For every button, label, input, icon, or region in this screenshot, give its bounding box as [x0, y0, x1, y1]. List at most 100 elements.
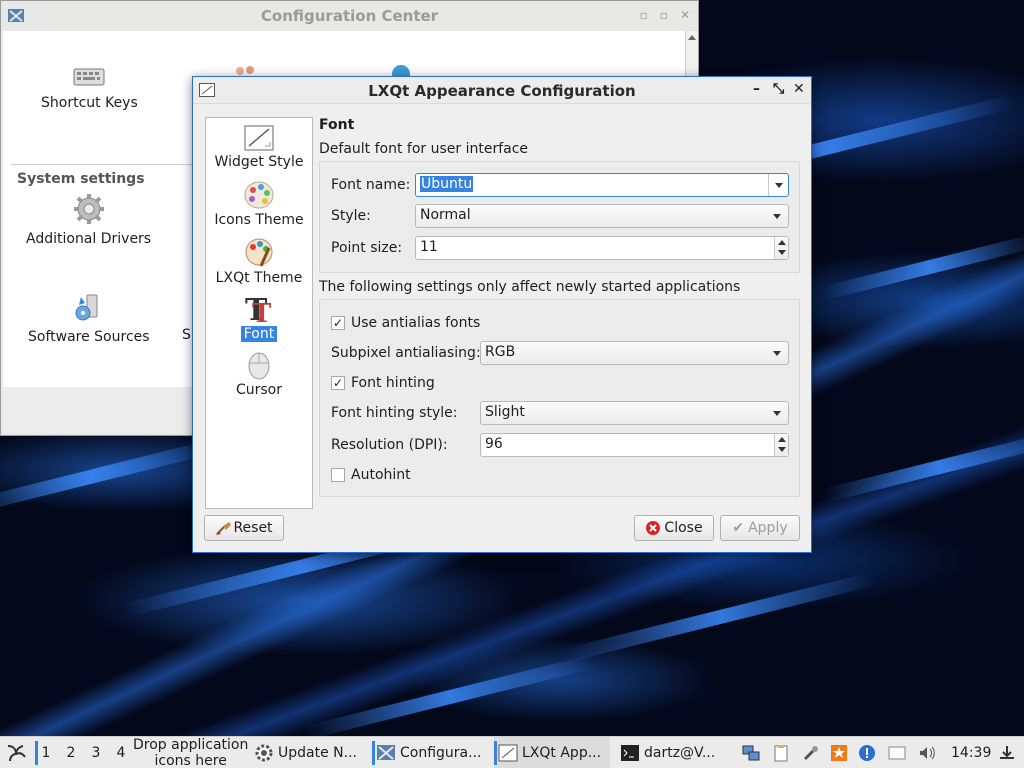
wallpaper-streak — [821, 431, 1024, 503]
minimize-button[interactable]: – — [753, 81, 760, 97]
point-size-label: Point size: — [331, 240, 403, 256]
lxqt-theme-icon — [245, 238, 273, 267]
tools-icon[interactable] — [802, 744, 820, 762]
category-sidebar: Widget Style Icons Theme LXQt Theme TT F… — [205, 117, 313, 509]
workspace-active-indicator — [35, 741, 38, 765]
sidebar-item-widget-style[interactable]: Widget Style — [206, 124, 312, 170]
shortcut-keys-item[interactable]: Shortcut Keys — [41, 65, 138, 111]
clock[interactable]: 14:39 — [951, 737, 991, 768]
sidebar-item-icons-theme[interactable]: Icons Theme — [206, 180, 312, 228]
appearance-configuration-dialog[interactable]: LXQt Appearance Configuration – ⤡ ✕ Widg… — [192, 76, 812, 553]
additional-drivers-item[interactable]: Additional Drivers — [26, 193, 151, 247]
quicklaunch-drop-zone[interactable]: Drop application icons here — [133, 737, 248, 768]
chevron-down-icon — [773, 351, 781, 356]
sidebar-item-label: Font — [240, 326, 278, 342]
show-desktop-icon[interactable] — [998, 744, 1016, 762]
task-update-notifier[interactable]: Update N... — [254, 737, 366, 768]
spin-buttons[interactable] — [774, 237, 788, 259]
apply-button[interactable]: ✔ Apply — [720, 515, 800, 541]
reset-button[interactable]: Reset — [204, 515, 284, 541]
sidebar-item-cursor[interactable]: Cursor — [206, 348, 312, 398]
font-icon: TT — [245, 293, 272, 324]
reset-broom-icon — [216, 522, 232, 535]
wallpaper-streak — [302, 653, 598, 736]
dialog-titlebar[interactable]: LXQt Appearance Configuration – ⤡ ✕ — [193, 77, 811, 104]
panel-subheading: Default font for user interface — [319, 141, 529, 157]
info-notification-icon[interactable] — [858, 744, 876, 762]
volume-icon[interactable] — [918, 744, 936, 762]
minimize-button[interactable]: ▫ — [640, 8, 648, 22]
section-title: System settings — [17, 171, 145, 187]
window-title: Configuration Center — [260, 7, 439, 25]
workspace-3[interactable]: 3 — [85, 737, 107, 768]
spin-up-icon[interactable] — [778, 437, 786, 442]
software-sources-icon — [75, 294, 98, 321]
sidebar-item-label: LXQt Theme — [215, 270, 303, 286]
antialias-check-mark[interactable]: ✓ — [331, 316, 345, 330]
dpi-value: 96 — [485, 436, 503, 452]
dpi-spinbox[interactable]: 96 — [480, 433, 789, 457]
font-group: Font name: Ubuntu Style: Normal Point si… — [319, 161, 800, 273]
cursor-mouse-icon — [248, 352, 270, 380]
workspace-1[interactable]: 1 — [35, 737, 57, 768]
section-divider — [11, 164, 201, 165]
workspace-label: 3 — [91, 745, 101, 761]
spin-down-icon[interactable] — [778, 250, 786, 255]
spin-up-icon[interactable] — [778, 240, 786, 245]
task-lxqt-appearance[interactable]: LXQt App... — [494, 737, 610, 768]
task-configuration-center[interactable]: Configura... — [372, 737, 490, 768]
clipboard-icon[interactable] — [772, 744, 790, 762]
spin-down-icon[interactable] — [778, 447, 786, 452]
network-icon[interactable] — [742, 744, 760, 762]
font-name-combo[interactable]: Ubuntu — [415, 173, 789, 197]
hinting-style-value: Slight — [485, 404, 525, 420]
update-star-icon[interactable] — [830, 744, 848, 762]
close-dialog-button[interactable]: Close — [634, 515, 714, 541]
font-hinting-checkbox[interactable]: ✓ Font hinting — [331, 375, 435, 391]
main-menu-button[interactable] — [2, 737, 30, 768]
sidebar-item-label: Icons Theme — [214, 212, 304, 228]
config-center-icon — [377, 745, 395, 760]
point-size-spinbox[interactable]: 11 — [415, 236, 789, 260]
newly-started-note: The following settings only affect newly… — [319, 279, 741, 295]
quicklaunch-text: icons here — [154, 753, 227, 768]
style-combo[interactable]: Normal — [415, 204, 789, 228]
update-gear-icon — [255, 744, 273, 762]
software-sources-item[interactable]: Software Sources — [28, 291, 150, 345]
workspace-4[interactable]: 4 — [110, 737, 132, 768]
hinting-style-label: Font hinting style: — [331, 405, 458, 421]
partial-item-s[interactable]: S — [182, 327, 191, 343]
sidebar-item-lxqt-theme[interactable]: LXQt Theme — [206, 236, 312, 286]
close-button[interactable]: ✕ — [680, 8, 690, 22]
lxqt-menu-icon — [7, 745, 26, 762]
maximize-button[interactable]: ⤡ — [773, 81, 784, 97]
maximize-button[interactable]: ▫ — [660, 8, 668, 22]
task-label: Configura... — [400, 745, 482, 761]
autohint-check-mark[interactable] — [331, 468, 345, 482]
scroll-up-icon[interactable] — [688, 35, 696, 40]
subpixel-combo[interactable]: RGB — [480, 341, 789, 365]
chevron-down-icon[interactable] — [768, 174, 788, 196]
titlebar[interactable]: Configuration Center ▫ ▫ ✕ — [1, 1, 698, 31]
font-name-label: Font name: — [331, 177, 411, 193]
workspace-2[interactable]: 2 — [60, 737, 82, 768]
task-terminal[interactable]: dartz@V... — [616, 737, 728, 768]
close-button[interactable]: ✕ — [793, 81, 805, 97]
screen-icon[interactable] — [888, 744, 906, 762]
hinting-check-mark[interactable]: ✓ — [331, 376, 345, 390]
icons-theme-icon — [244, 181, 274, 209]
task-active-indicator — [494, 741, 497, 765]
gear-icon — [73, 194, 104, 224]
widget-style-icon — [244, 125, 274, 151]
quicklaunch-text: Drop application — [133, 737, 249, 753]
autohint-checkbox[interactable]: Autohint — [331, 467, 411, 483]
spin-buttons[interactable] — [774, 434, 788, 456]
dialog-title: LXQt Appearance Configuration — [368, 82, 636, 100]
sidebar-item-font[interactable]: TT Font — [206, 292, 312, 342]
antialias-checkbox[interactable]: ✓ Use antialias fonts — [331, 315, 480, 331]
sidebar-item-label: Cursor — [235, 382, 283, 398]
shortcut-keys-label: Shortcut Keys — [41, 95, 138, 111]
hinting-style-combo[interactable]: Slight — [480, 401, 789, 425]
partial-label-s: S — [182, 327, 191, 343]
autohint-label: Autohint — [351, 467, 411, 483]
